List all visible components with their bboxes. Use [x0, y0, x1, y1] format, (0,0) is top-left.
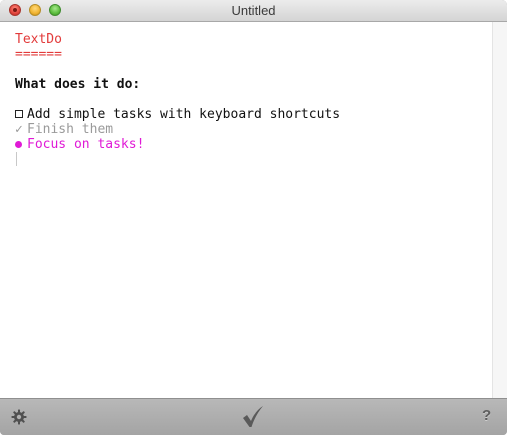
title-bar: Untitled — [0, 0, 507, 22]
heading-underline: ====== — [15, 47, 62, 62]
app-window: Untitled TextDo ====== What does it do: … — [0, 0, 507, 435]
gear-icon[interactable] — [11, 409, 27, 425]
focus-dot-icon[interactable] — [15, 137, 27, 152]
help-button[interactable]: ? — [482, 407, 491, 424]
task-text: Finish them — [27, 122, 114, 137]
window-title: Untitled — [231, 3, 276, 18]
section-title: What does it do: — [15, 77, 141, 92]
task-item[interactable]: ✓ Finish them — [15, 122, 113, 137]
text-caret — [16, 152, 17, 166]
task-item[interactable]: Focus on tasks! — [15, 137, 144, 152]
task-text: Add simple tasks with keyboard shortcuts — [27, 107, 341, 122]
text-editor[interactable]: TextDo ====== What does it do: Add simpl… — [0, 22, 492, 398]
task-text: Focus on tasks! — [27, 137, 145, 152]
bottom-toolbar: ? — [0, 398, 507, 435]
task-item[interactable]: Add simple tasks with keyboard shortcuts — [15, 107, 340, 122]
checkmark-icon[interactable] — [241, 405, 265, 429]
checkmark-icon[interactable]: ✓ — [15, 122, 27, 137]
vertical-scrollbar[interactable] — [492, 22, 507, 398]
document-heading: TextDo — [15, 32, 62, 47]
checkbox-icon[interactable] — [15, 107, 27, 122]
